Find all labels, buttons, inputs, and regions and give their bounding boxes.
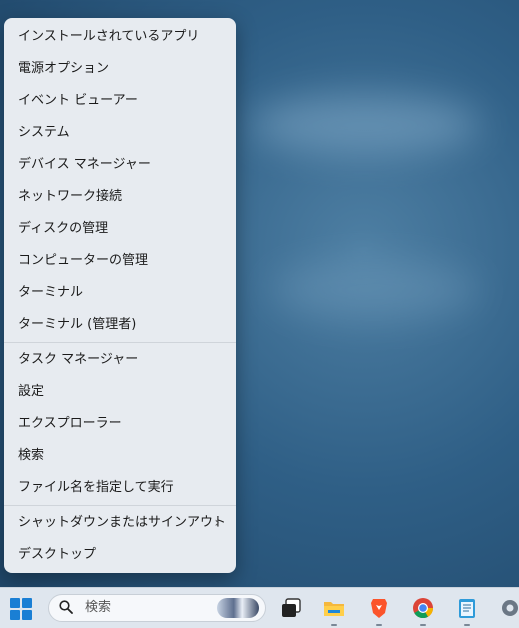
taskbar-search-box[interactable]: 検索	[48, 594, 266, 622]
menu-item-file-explorer[interactable]: エクスプローラー	[4, 408, 236, 440]
menu-item-label: 電源オプション	[18, 61, 110, 76]
menu-item-label: シャットダウンまたはサインアウト	[18, 515, 227, 530]
menu-item-installed-apps[interactable]: インストールされているアプリ	[4, 21, 236, 53]
menu-item-task-manager[interactable]: タスク マネージャー	[4, 344, 236, 376]
menu-item-label: システム	[18, 125, 70, 140]
menu-item-device-manager[interactable]: デバイス マネージャー	[4, 149, 236, 181]
running-indicator	[420, 624, 426, 626]
menu-item-label: デスクトップ	[18, 547, 97, 562]
menu-item-terminal[interactable]: ターミナル	[4, 277, 236, 309]
menu-item-label: 検索	[18, 448, 45, 463]
menu-item-desktop[interactable]: デスクトップ	[4, 539, 236, 571]
menu-item-network-connections[interactable]: ネットワーク接続	[4, 181, 236, 213]
menu-item-label: タスク マネージャー	[18, 352, 139, 367]
menu-item-label: ファイル名を指定して実行	[18, 480, 174, 495]
windows-start-icon[interactable]	[10, 598, 32, 620]
menu-item-label: インストールされているアプリ	[18, 29, 200, 44]
menu-item-event-viewer[interactable]: イベント ビューアー	[4, 85, 236, 117]
menu-separator	[4, 342, 236, 343]
menu-item-label: ターミナル	[18, 285, 84, 300]
running-indicator	[331, 624, 337, 626]
quick-link-menu: インストールされているアプリ 電源オプション イベント ビューアー システム デ…	[4, 18, 236, 573]
wallpaper-highlight	[270, 260, 480, 320]
notepad-icon[interactable]	[455, 596, 479, 620]
menu-item-label: エクスプローラー	[18, 416, 122, 431]
menu-item-settings[interactable]: 設定	[4, 376, 236, 408]
running-indicator	[376, 624, 382, 626]
menu-item-label: ネットワーク接続	[18, 189, 123, 204]
file-explorer-icon[interactable]	[322, 596, 346, 620]
menu-item-label: コンピューターの管理	[18, 253, 149, 268]
menu-item-disk-management[interactable]: ディスクの管理	[4, 213, 236, 245]
search-highlight-image	[217, 598, 259, 618]
wallpaper-highlight	[250, 95, 480, 155]
menu-item-system[interactable]: システム	[4, 117, 236, 149]
menu-item-shutdown-signout[interactable]: シャットダウンまたはサインアウト ›	[4, 507, 236, 539]
chevron-right-icon: ›	[214, 515, 220, 531]
running-indicator	[464, 624, 470, 626]
menu-item-label: イベント ビューアー	[18, 93, 138, 108]
task-view-icon[interactable]	[279, 596, 303, 620]
menu-item-terminal-admin[interactable]: ターミナル (管理者)	[4, 309, 236, 341]
menu-item-computer-management[interactable]: コンピューターの管理	[4, 245, 236, 277]
menu-item-search[interactable]: 検索	[4, 440, 236, 472]
menu-item-label: 設定	[18, 384, 45, 399]
chrome-browser-icon[interactable]	[411, 596, 435, 620]
search-placeholder: 検索	[85, 600, 112, 615]
menu-item-power-options[interactable]: 電源オプション	[4, 53, 236, 85]
menu-item-label: デバイス マネージャー	[18, 157, 151, 172]
menu-item-run[interactable]: ファイル名を指定して実行	[4, 472, 236, 504]
menu-separator	[4, 505, 236, 506]
search-icon	[59, 600, 73, 614]
taskbar: 検索	[0, 587, 519, 628]
menu-item-label: ターミナル (管理者)	[18, 317, 137, 332]
brave-browser-icon[interactable]	[367, 596, 391, 620]
settings-gear-icon[interactable]	[498, 596, 519, 620]
menu-item-label: ディスクの管理	[18, 221, 109, 236]
